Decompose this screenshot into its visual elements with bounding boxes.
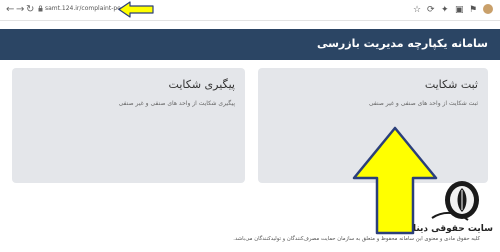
star-icon[interactable]: ☆ — [413, 4, 421, 16]
back-icon[interactable]: ← — [6, 3, 14, 17]
copyright-text: کلیه حقوق مادی و معنوی این سامانه محفوظ … — [233, 236, 480, 242]
lock-icon — [38, 5, 43, 12]
watermark-text: سایت حقوقی دینا — [412, 224, 494, 234]
track-complaint-card[interactable]: پیگیری شکایت پیگیری شکایت از واحد های صن… — [12, 68, 245, 183]
sync-icon[interactable]: ⟳ — [427, 4, 435, 16]
flag-icon[interactable]: ⚑ — [469, 4, 477, 16]
window-icon[interactable]: ▣ — [455, 4, 464, 16]
site-title: سامانه یکپارچه مدیریت بازرسی — [316, 37, 488, 50]
site-header: سامانه یکپارچه مدیریت بازرسی — [0, 29, 500, 60]
annotation-arrow-left — [118, 1, 154, 18]
extensions-icon[interactable]: ✦ — [441, 4, 449, 16]
card-description: ثبت شکایت از واحد های صنفی و غیر صنفی — [368, 100, 478, 107]
browser-toolbar: ← → ↻ samt.124.ir/complaint-people ☆ ⟳ ✦… — [0, 0, 500, 21]
profile-avatar[interactable] — [483, 4, 493, 14]
forward-icon[interactable]: → — [16, 3, 24, 17]
card-title: ثبت شکایت — [424, 78, 478, 91]
card-description: پیگیری شکایت از واحد های صنفی و غیر صنفی — [118, 100, 235, 107]
reload-icon[interactable]: ↻ — [26, 3, 34, 17]
card-title: پیگیری شکایت — [168, 78, 235, 91]
